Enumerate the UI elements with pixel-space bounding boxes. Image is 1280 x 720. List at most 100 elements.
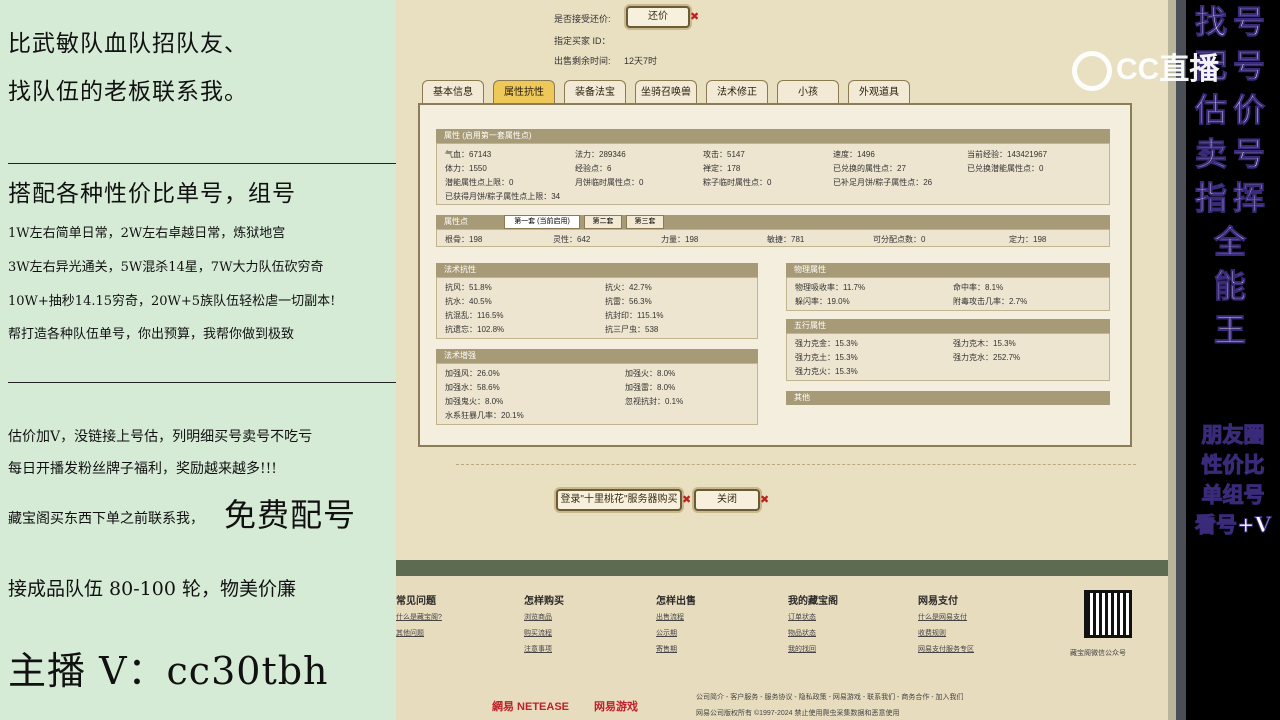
point-cell: 根骨：198: [445, 235, 483, 244]
netease-games-logo: 网易游戏: [594, 701, 638, 713]
resist-cell: 抗水：40.5%: [445, 297, 492, 306]
boost-cell: 加强雷：8.0%: [625, 383, 676, 392]
cc-live-logo: CC直播: [1072, 44, 1219, 92]
footer-link[interactable]: 出售流程: [656, 612, 684, 622]
right-strip-text: 王: [1213, 311, 1252, 350]
point-cell: 力量：198: [661, 235, 699, 244]
tab-equipment[interactable]: 装备法宝: [564, 80, 626, 104]
section3-line: 每日开播发粉丝牌子福利，奖励越来越多!!!: [8, 461, 277, 477]
attr-cell: 当前经验：143421967: [967, 150, 1048, 159]
tab-basic-info[interactable]: 基本信息: [422, 80, 484, 104]
tab-mounts[interactable]: 坐骑召唤兽: [635, 80, 697, 104]
attr-cell: 禅定：178: [703, 164, 741, 173]
footer-link[interactable]: 公示期: [656, 628, 677, 638]
netease-logo: 網易 NETEASE: [492, 701, 570, 713]
physical-section-body: 物理吸收率：11.7% 命中率：8.1% 躲闪率：19.0% 附毒攻击几率：2.…: [786, 277, 1110, 311]
right-promo-strip: 找号 配号 估价 卖号 指挥 全 能 王 朋友圈 性价比 单组号 看号+V: [1186, 0, 1280, 720]
tab-appearance[interactable]: 外观道具: [848, 80, 910, 104]
points-section-body: 根骨：198 灵性：642 力量：198 敏捷：781 可分配点数：0 定力：1…: [436, 229, 1110, 247]
point-cell: 灵性：642: [553, 235, 591, 244]
close-x-icon[interactable]: ✖: [690, 10, 699, 23]
footer-link[interactable]: 其他问题: [396, 628, 424, 638]
other-section-title: 其他: [786, 391, 1110, 405]
footer-bottom-links[interactable]: 公司简介 - 客户服务 - 服务协议 - 隐私政策 - 网易游戏 - 联系我们 …: [696, 692, 964, 702]
resist-cell: 抗火：42.7%: [605, 283, 652, 292]
resist-cell: 抗风：51.8%: [445, 283, 492, 292]
resist-section-body: 抗风：51.8% 抗火：42.7% 抗水：40.5% 抗雷：56.3% 抗混乱：…: [436, 277, 758, 339]
close-x-icon[interactable]: ✖: [760, 493, 769, 506]
promo-panel: 比武敏队血队招队友、 找队伍的老板联系我。 搭配各种性价比单号，组号 1W左右简…: [0, 0, 396, 720]
window-edge: [1168, 0, 1176, 720]
footer-link[interactable]: 什么是藏宝阁?: [396, 612, 442, 622]
physical-cell: 附毒攻击几率：2.7%: [953, 297, 1028, 306]
right-strip-small-text: 看号+V: [1195, 512, 1272, 538]
buyer-id-label: 指定买家 ID：: [554, 36, 611, 46]
right-strip-small-text: 性价比: [1201, 452, 1265, 478]
boost-cell: 加强火：8.0%: [625, 369, 676, 378]
divider: [456, 464, 1136, 465]
resist-cell: 抗三尸虫：538: [605, 325, 659, 334]
section2-line: 帮打造各种队伍单号，你出预算，我帮你做到极致: [8, 327, 295, 342]
free-match-highlight: 免费配号: [224, 496, 357, 534]
close-x-icon[interactable]: ✖: [682, 493, 691, 506]
footer-link[interactable]: 购买流程: [524, 628, 552, 638]
element-cell: 强力克火：15.3%: [795, 367, 858, 376]
physical-cell: 躲闪率：19.0%: [795, 297, 850, 306]
right-strip-text: 指挥: [1194, 179, 1271, 218]
section2-line: 3W左右异光通关，5W混杀14星，7W大力队伍砍穷奇: [8, 260, 324, 275]
login-server-buy-button[interactable]: 登录"十里桃花"服务器购买: [556, 489, 682, 511]
point-cell: 定力：198: [1009, 235, 1047, 244]
tab-child[interactable]: 小孩: [777, 80, 839, 104]
physical-cell: 命中率：8.1%: [953, 283, 1004, 292]
footer-link[interactable]: 物品状态: [788, 628, 816, 638]
section2-line: 10W+抽秒14.15穷奇，20W+5族队伍轻松虐一切副本!: [8, 294, 336, 309]
headline-line-2: 找队伍的老板联系我。: [8, 79, 248, 105]
time-left-label: 出售剩余时间:: [554, 56, 611, 66]
footer-link[interactable]: 收费规则: [918, 628, 946, 638]
boost-section-body: 加强风：26.0% 加强火：8.0% 加强水：58.6% 加强雷：8.0% 加强…: [436, 363, 758, 425]
sub-tab-set-2[interactable]: 第二套: [584, 215, 622, 229]
attributes-panel: 属性 (启用第一套属性点) 气血：67143 法力：289346 攻击：5147…: [418, 103, 1132, 447]
attr-cell: 已补足月饼/粽子属性点：26: [833, 178, 933, 187]
footer-link[interactable]: 寄售期: [656, 644, 677, 654]
footer-link[interactable]: 注意事项: [524, 644, 552, 654]
point-cell: 可分配点数：0: [873, 235, 926, 244]
resist-section-title: 法术抗性: [436, 263, 758, 277]
close-button[interactable]: 关闭: [694, 489, 760, 511]
scrollbar[interactable]: [1176, 0, 1186, 720]
boost-section-title: 法术增强: [436, 349, 758, 363]
sub-tab-set-1[interactable]: 第一套 (当前启用): [504, 215, 580, 229]
resist-cell: 抗混乱：116.5%: [445, 311, 504, 320]
footer-col-title: 网易支付: [918, 596, 958, 607]
qr-caption: 藏宝阁微信公众号: [1070, 650, 1126, 657]
section2-title: 搭配各种性价比单号，组号: [8, 181, 296, 207]
attr-cell: 月饼临时属性点：0: [575, 178, 644, 187]
footer-link[interactable]: 订单状态: [788, 612, 816, 622]
footer-link[interactable]: 网易支付服务专区: [918, 644, 974, 654]
footer-link[interactable]: 浏览商品: [524, 612, 552, 622]
right-strip-text: 估价: [1194, 91, 1271, 130]
attr-cell: 粽子临时属性点：0: [703, 178, 772, 187]
attr-cell: 潜能属性点上限：0: [445, 178, 514, 187]
element-cell: 强力克木：15.3%: [953, 339, 1016, 348]
site-footer: 常见问题 什么是藏宝阁? 其他问题 怎样购买 浏览商品 购买流程 注意事项 怎样…: [396, 576, 1168, 720]
attr-cell: 攻击：5147: [703, 150, 745, 159]
team-line: 接成品队伍 80-100 轮，物美价廉: [8, 578, 296, 600]
footer-link[interactable]: 我的找回: [788, 644, 816, 654]
right-strip-small-text: 朋友圈: [1201, 422, 1265, 448]
tab-spell-correction[interactable]: 法术修正: [706, 80, 768, 104]
attr-cell: 速度：1496: [833, 150, 875, 159]
right-strip-text: 卖号: [1194, 135, 1271, 174]
footer-link[interactable]: 什么是网易支付: [918, 612, 967, 622]
footer-col-title: 我的藏宝阁: [788, 596, 838, 607]
boost-cell: 加强风：26.0%: [445, 369, 500, 378]
point-cell: 敏捷：781: [767, 235, 805, 244]
sub-tab-set-3[interactable]: 第三套: [626, 215, 664, 229]
attr-cell: 已兑换潜能属性点：0: [967, 164, 1044, 173]
divider: [8, 382, 396, 383]
tab-attributes[interactable]: 属性抗性: [493, 80, 555, 104]
counter-offer-button[interactable]: 还价: [626, 6, 690, 28]
treasure-detail-page: 是否接受还价: 还价 ✖ 指定买家 ID： 出售剩余时间: 12天7时 基本信息…: [396, 0, 1168, 560]
right-strip-text: 能: [1213, 267, 1252, 306]
boost-cell: 水系狂暴几率：20.1%: [445, 411, 524, 420]
